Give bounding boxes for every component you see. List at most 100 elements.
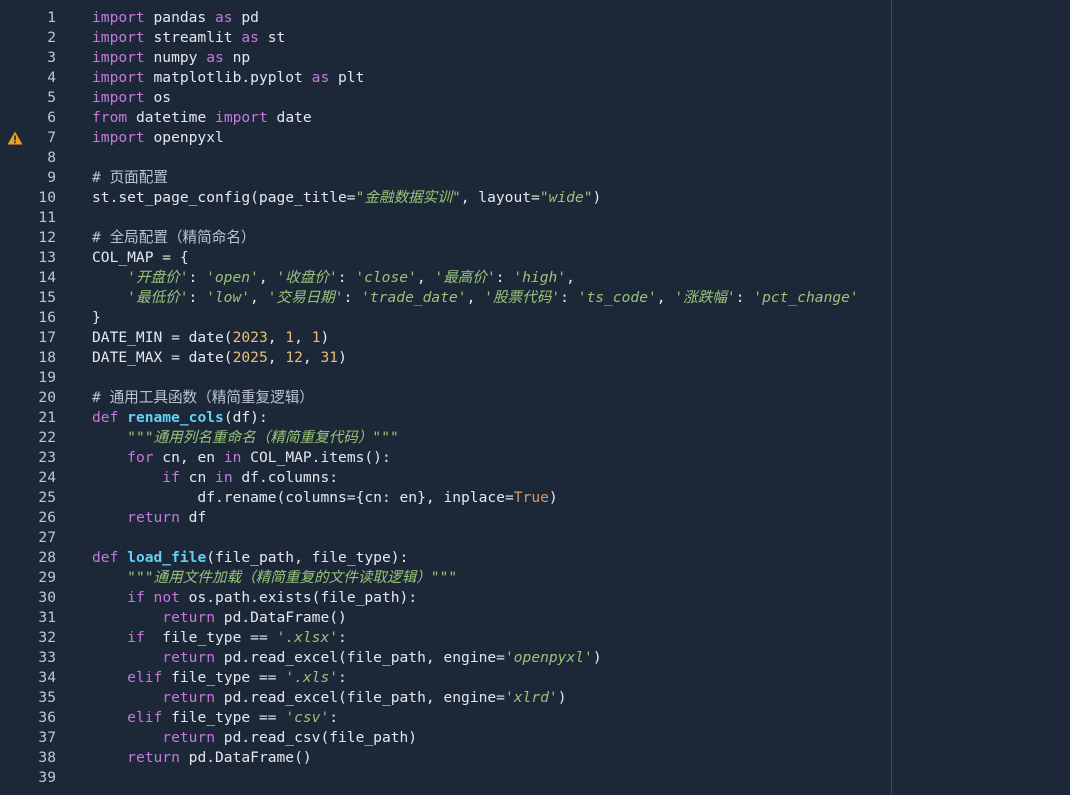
line-number-row[interactable]: 11 (0, 208, 88, 228)
code-line[interactable]: return pd.DataFrame() (92, 748, 312, 768)
code-line[interactable]: import matplotlib.pyplot as plt (92, 68, 364, 88)
code-line[interactable]: return pd.read_excel(file_path, engine='… (92, 688, 566, 708)
line-number-row[interactable]: 38 (0, 748, 88, 768)
code-line[interactable]: from datetime import date (92, 108, 312, 128)
line-number-row[interactable]: 7 (0, 128, 88, 148)
line-number-row[interactable]: 13 (0, 248, 88, 268)
code-line[interactable]: # 页面配置 (92, 168, 168, 188)
code-line[interactable]: DATE_MAX = date(2025, 12, 31) (92, 348, 347, 368)
line-number-row[interactable]: 30 (0, 588, 88, 608)
line-number-row[interactable]: 17 (0, 328, 88, 348)
code-line[interactable]: return pd.read_excel(file_path, engine='… (92, 648, 601, 668)
code-token: import (92, 49, 145, 66)
line-number-gutter[interactable]: 1 2 3 4 5 6 7 8 9 10 11 12 13 14 15 16 17 18 19 20 21 22 23 24 2… (0, 0, 88, 795)
code-line[interactable]: COL_MAP = { (92, 248, 189, 268)
code-token: '最高价' (434, 269, 496, 286)
line-number: 3 (47, 49, 56, 66)
code-token: return (127, 509, 180, 526)
code-line[interactable]: def load_file(file_path, file_type): (92, 548, 408, 568)
line-number-row[interactable]: 25 (0, 488, 88, 508)
code-line[interactable]: import pandas as pd (92, 8, 259, 28)
code-token: , (267, 329, 286, 346)
line-number-row[interactable]: 39 (0, 768, 88, 788)
line-number: 16 (38, 309, 56, 326)
code-line[interactable]: if cn in df.columns: (92, 468, 338, 488)
line-number-row[interactable]: 5 (0, 88, 88, 108)
line-number-row[interactable]: 36 (0, 708, 88, 728)
code-line[interactable]: '最低价': 'low', '交易日期': 'trade_date', '股票代… (92, 288, 859, 308)
line-number-row[interactable]: 14 (0, 268, 88, 288)
code-token: : (329, 709, 339, 726)
line-number: 1 (47, 9, 56, 26)
line-number: 28 (38, 549, 56, 566)
code-line[interactable]: df.rename(columns={cn: en}, inplace=True… (92, 488, 557, 508)
code-line[interactable]: elif file_type == 'csv': (92, 708, 338, 728)
warning-icon[interactable] (7, 131, 23, 145)
line-number-row[interactable]: 20 (0, 388, 88, 408)
line-number-row[interactable]: 4 (0, 68, 88, 88)
code-line[interactable]: def rename_cols(df): (92, 408, 268, 428)
line-number-row[interactable]: 32 (0, 628, 88, 648)
line-number-row[interactable]: 31 (0, 608, 88, 628)
code-line[interactable]: import os (92, 88, 171, 108)
line-number-row[interactable]: 3 (0, 48, 88, 68)
line-number-row[interactable]: 22 (0, 428, 88, 448)
code-editor[interactable]: 1 2 3 4 5 6 7 8 9 10 11 12 13 14 15 16 17 18 19 20 21 22 23 24 2… (0, 0, 1070, 795)
line-number-row[interactable]: 33 (0, 648, 88, 668)
code-token: , layout= (460, 189, 540, 206)
line-number-row[interactable]: 12 (0, 228, 88, 248)
line-number: 11 (38, 209, 56, 226)
code-line[interactable]: import streamlit as st (92, 28, 285, 48)
code-line[interactable]: elif file_type == '.xls': (92, 668, 347, 688)
code-line[interactable]: DATE_MIN = date(2023, 1, 1) (92, 328, 329, 348)
line-number-row[interactable]: 28 (0, 548, 88, 568)
line-number: 30 (38, 589, 56, 606)
code-line[interactable]: return df (92, 508, 206, 528)
line-number: 15 (38, 289, 56, 306)
code-line[interactable]: '开盘价': 'open', '收盘价': 'close', '最高价': 'h… (92, 268, 575, 288)
code-line[interactable]: # 通用工具函数（精简重复逻辑） (92, 388, 314, 408)
code-token: # 通用工具函数（精简重复逻辑） (92, 389, 314, 406)
code-token: return (162, 689, 216, 706)
line-number-row[interactable]: 24 (0, 468, 88, 488)
line-number-row[interactable]: 6 (0, 108, 88, 128)
line-number-row[interactable]: 23 (0, 448, 88, 468)
code-text-area[interactable]: import pandas as pd import streamlit as s… (88, 0, 1070, 795)
line-number-row[interactable]: 29 (0, 568, 88, 588)
line-number-row[interactable]: 18 (0, 348, 88, 368)
code-line[interactable]: for cn, en in COL_MAP.items(): (92, 448, 391, 468)
line-number-row[interactable]: 8 (0, 148, 88, 168)
code-token: as (241, 29, 259, 46)
code-line[interactable]: if not os.path.exists(file_path): (92, 588, 417, 608)
code-line[interactable]: if file_type == '.xlsx': (92, 628, 347, 648)
line-number-row[interactable]: 35 (0, 688, 88, 708)
line-number-row[interactable]: 10 (0, 188, 88, 208)
line-number-row[interactable]: 27 (0, 528, 88, 548)
line-number-row[interactable]: 37 (0, 728, 88, 748)
code-line[interactable]: """通用文件加载（精简重复的文件读取逻辑）""" (92, 568, 457, 588)
line-number-row[interactable]: 9 (0, 168, 88, 188)
line-number-row[interactable]: 16 (0, 308, 88, 328)
code-token: : (735, 289, 754, 306)
line-number-row[interactable]: 19 (0, 368, 88, 388)
code-line[interactable]: return pd.DataFrame() (92, 608, 347, 628)
code-line[interactable]: import openpyxl (92, 128, 224, 148)
code-line[interactable]: """通用列名重命名（精简重复代码）""" (92, 428, 399, 448)
line-number-row[interactable]: 21 (0, 408, 88, 428)
code-line[interactable]: import numpy as np (92, 48, 250, 68)
line-number-row[interactable]: 34 (0, 668, 88, 688)
line-number-row[interactable]: 15 (0, 288, 88, 308)
code-token: elif (127, 669, 163, 686)
line-number: 33 (38, 649, 56, 666)
line-number-row[interactable]: 1 (0, 8, 88, 28)
code-token: return (162, 729, 216, 746)
line-number-row[interactable]: 26 (0, 508, 88, 528)
line-number-row[interactable]: 2 (0, 28, 88, 48)
code-line[interactable]: return pd.read_csv(file_path) (92, 728, 417, 748)
code-line[interactable]: st.set_page_config(page_title="金融数据实训", … (92, 188, 601, 208)
code-line[interactable]: } (92, 308, 101, 328)
code-line[interactable]: # 全局配置（精简命名） (92, 228, 256, 248)
